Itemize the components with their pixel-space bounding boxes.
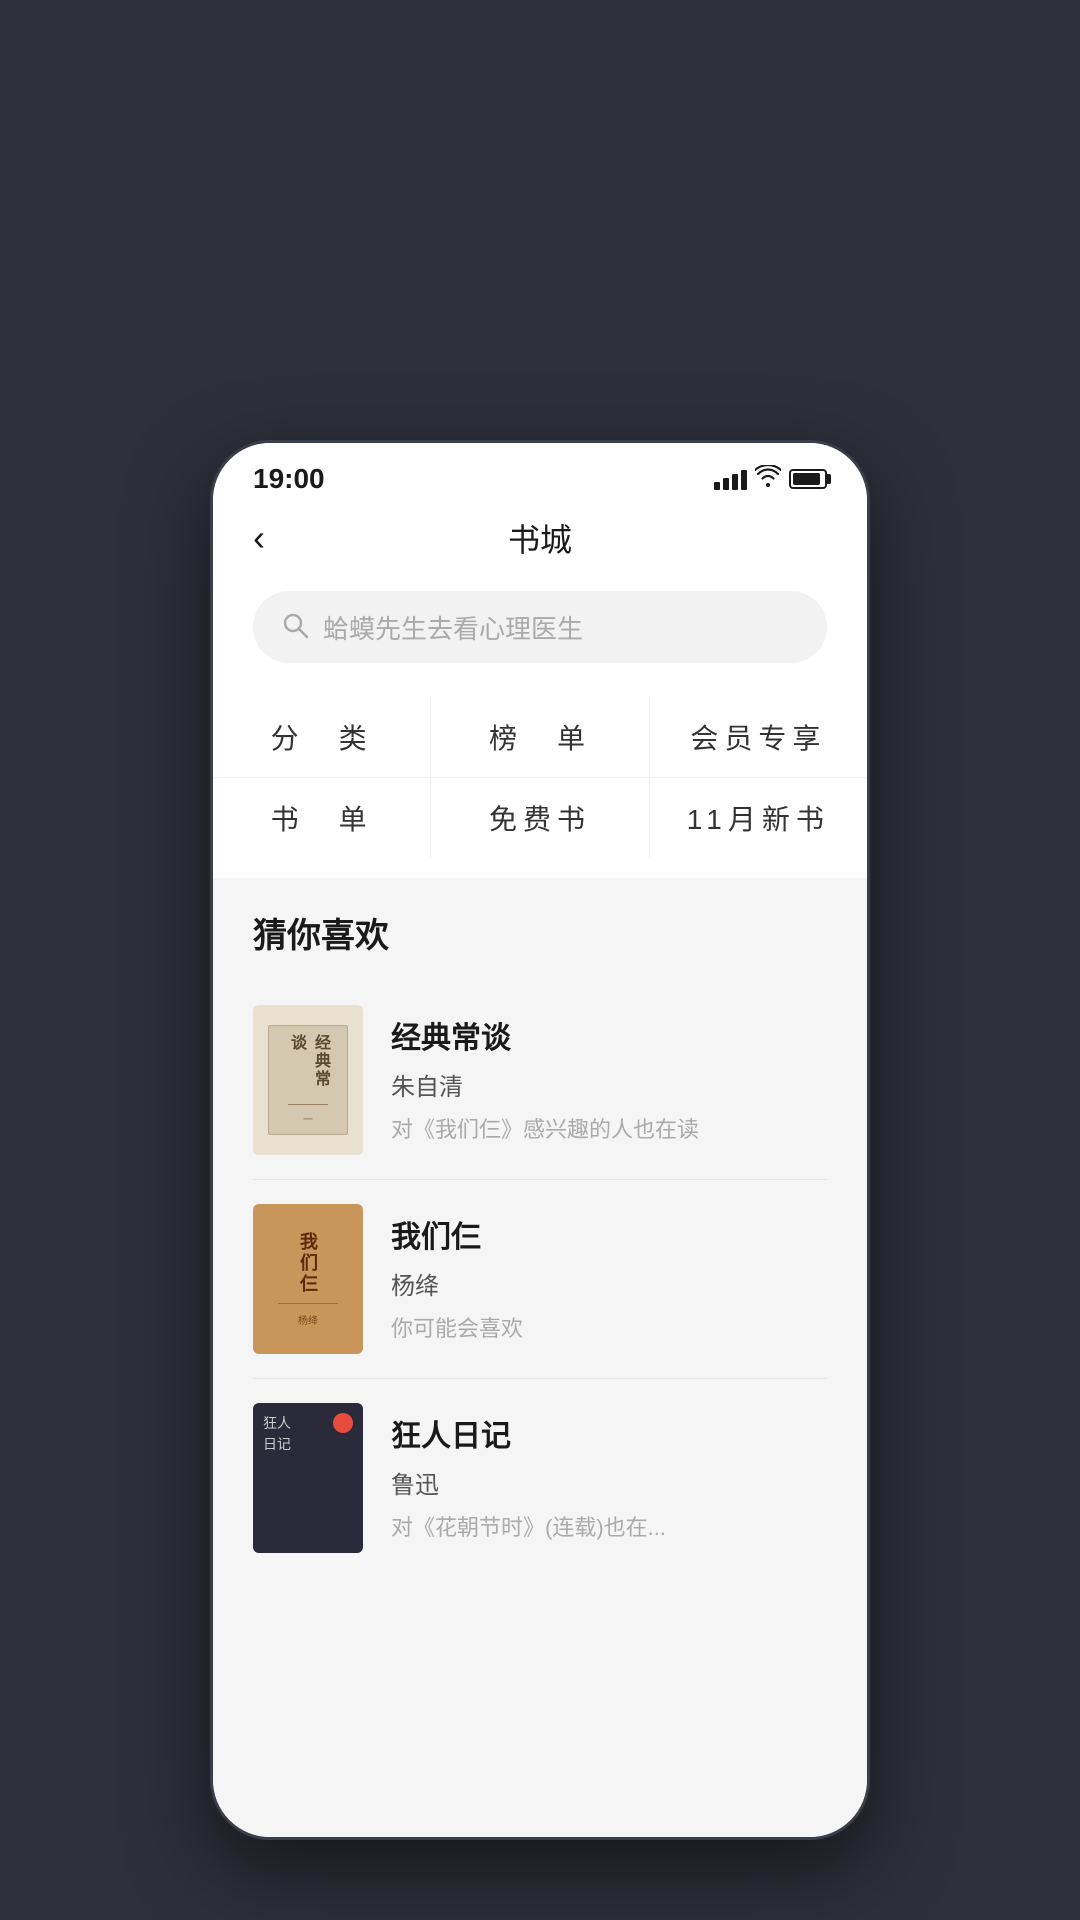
category-classify[interactable]: 分 类 [213, 697, 431, 777]
status-time: 19:00 [253, 463, 325, 495]
category-rankings[interactable]: 榜 单 [431, 697, 649, 777]
cover-3-red-dot [333, 1413, 353, 1433]
signal-bar-3 [732, 474, 738, 490]
cover-1-divider [288, 1104, 328, 1105]
wifi-icon [755, 465, 781, 493]
cover-1-inner: 经典常谈 一 [268, 1025, 348, 1135]
signal-bar-1 [714, 482, 720, 490]
book-info-1: 经典常谈 朱自清 对《我们仨》感兴趣的人也在读 [391, 1005, 827, 1144]
search-container: 蛤蟆先生去看心理医生 [213, 581, 867, 687]
book-author-3: 鲁迅 [391, 1465, 827, 1500]
status-icons [714, 465, 827, 493]
recommendations-section: 猜你喜欢 经典常谈 一 经典常谈 朱自清 对《我们仨》感兴趣的人也在读 [213, 878, 867, 1837]
book-title-2: 我们仨 [391, 1212, 827, 1256]
category-vip[interactable]: 会员专享 [650, 697, 867, 777]
category-row-2: 书 单 免费书 11月新书 [213, 778, 867, 858]
book-title-1: 经典常谈 [391, 1013, 827, 1057]
phone-screen: 19:00 [213, 443, 867, 1837]
back-button[interactable]: ‹ [253, 517, 265, 559]
book-cover-2: 我们仨 杨绛 [253, 1204, 363, 1354]
book-desc-1: 对《我们仨》感兴趣的人也在读 [391, 1112, 827, 1144]
book-item-1[interactable]: 经典常谈 一 经典常谈 朱自清 对《我们仨》感兴趣的人也在读 [253, 981, 827, 1180]
cover-3-title-text: 狂人日记 [263, 1413, 291, 1455]
category-booklist[interactable]: 书 单 [213, 778, 431, 858]
book-item-3[interactable]: 狂人日记 狂人日记 鲁迅 对《花朝节时》(连载)也在... [253, 1379, 827, 1577]
cover-2-title-text: 我们仨 [295, 1232, 321, 1295]
book-cover-1: 经典常谈 一 [253, 1005, 363, 1155]
top-nav: ‹ 书城 [213, 505, 867, 581]
book-desc-2: 你可能会喜欢 [391, 1311, 827, 1343]
book-item-2[interactable]: 我们仨 杨绛 我们仨 杨绛 你可能会喜欢 [253, 1180, 827, 1379]
cover-2-content: 我们仨 杨绛 [253, 1204, 363, 1354]
cover-1-subtitle: 一 [303, 1111, 313, 1126]
category-row-1: 分 类 榜 单 会员专享 [213, 697, 867, 778]
category-free[interactable]: 免费书 [431, 778, 649, 858]
book-title-3: 狂人日记 [391, 1411, 827, 1455]
search-bar[interactable]: 蛤蟆先生去看心理医生 [253, 591, 827, 663]
cover-2-author-text: 杨绛 [298, 1312, 318, 1327]
signal-bar-2 [723, 478, 729, 490]
cover-2-line [278, 1303, 338, 1304]
phone-mockup: 19:00 [210, 440, 870, 1840]
battery-fill [793, 473, 820, 485]
nav-title: 书城 [508, 515, 572, 561]
signal-icon [714, 468, 747, 490]
category-grid: 分 类 榜 单 会员专享 书 单 免费书 11月新书 [213, 687, 867, 878]
book-cover-3: 狂人日记 [253, 1403, 363, 1553]
status-bar: 19:00 [213, 443, 867, 505]
book-author-1: 朱自清 [391, 1067, 827, 1102]
category-new[interactable]: 11月新书 [650, 778, 867, 858]
book-info-3: 狂人日记 鲁迅 对《花朝节时》(连载)也在... [391, 1403, 827, 1542]
book-info-2: 我们仨 杨绛 你可能会喜欢 [391, 1204, 827, 1343]
cover-1-title-text: 经典常谈 [284, 1034, 332, 1098]
search-placeholder-text: 蛤蟆先生去看心理医生 [323, 609, 583, 646]
signal-bar-4 [741, 470, 747, 490]
battery-icon [789, 469, 827, 489]
book-list: 经典常谈 一 经典常谈 朱自清 对《我们仨》感兴趣的人也在读 [253, 981, 827, 1577]
book-author-2: 杨绛 [391, 1266, 827, 1301]
book-desc-3: 对《花朝节时》(连载)也在... [391, 1510, 827, 1542]
section-title: 猜你喜欢 [253, 908, 827, 957]
search-icon [281, 611, 309, 644]
